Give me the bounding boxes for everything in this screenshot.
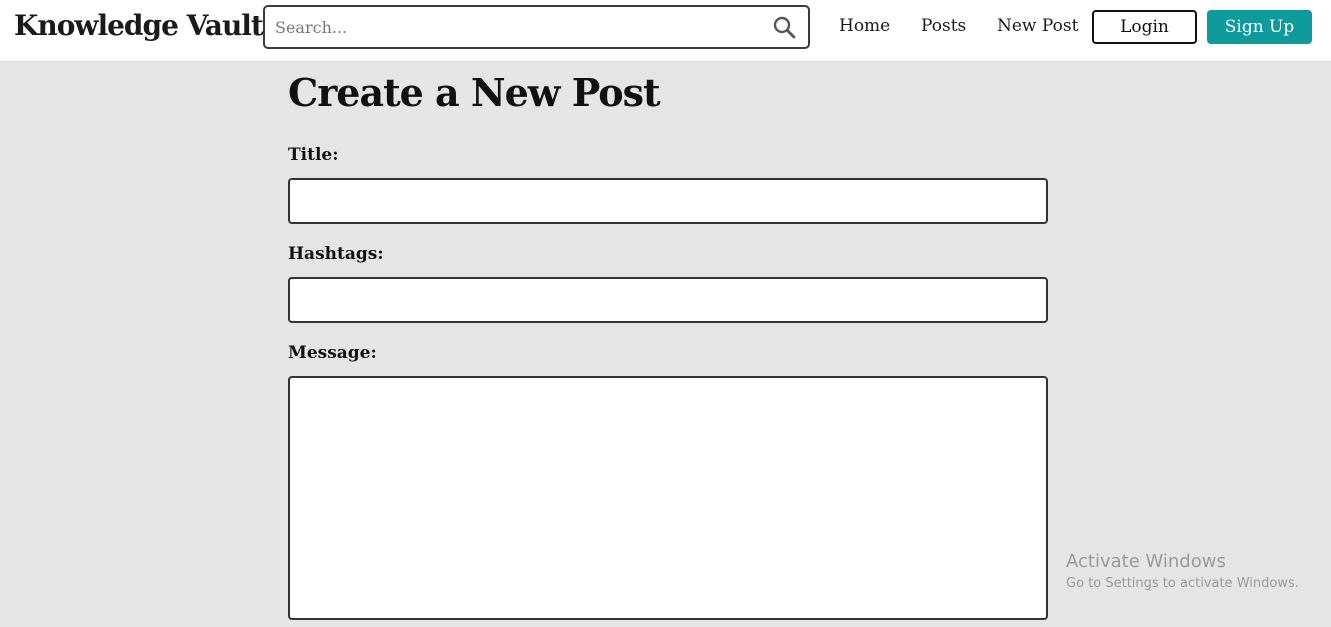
activate-windows-watermark: Activate Windows Go to Settings to activ… bbox=[1066, 550, 1299, 594]
search-bar bbox=[263, 5, 810, 49]
nav-link-home[interactable]: Home bbox=[839, 16, 890, 36]
message-label: Message: bbox=[288, 343, 377, 363]
top-navbar: Knowledge Vault Home Posts New Post Logi… bbox=[0, 0, 1331, 62]
watermark-title: Activate Windows bbox=[1066, 551, 1226, 572]
watermark-subtitle: Go to Settings to activate Windows. bbox=[1066, 576, 1299, 591]
nav-link-new-post[interactable]: New Post bbox=[997, 16, 1078, 36]
nav-link-posts[interactable]: Posts bbox=[921, 16, 966, 36]
hashtags-label: Hashtags: bbox=[288, 244, 384, 264]
login-button[interactable]: Login bbox=[1092, 10, 1197, 44]
title-input[interactable] bbox=[288, 178, 1048, 224]
page-title: Create a New Post bbox=[288, 70, 661, 115]
title-label: Title: bbox=[288, 145, 339, 165]
sign-up-button[interactable]: Sign Up bbox=[1207, 10, 1312, 44]
message-textarea[interactable] bbox=[288, 376, 1048, 620]
brand-logo[interactable]: Knowledge Vault bbox=[14, 9, 264, 42]
hashtags-input[interactable] bbox=[288, 277, 1048, 323]
search-input[interactable] bbox=[275, 7, 755, 47]
search-icon[interactable] bbox=[772, 15, 796, 39]
